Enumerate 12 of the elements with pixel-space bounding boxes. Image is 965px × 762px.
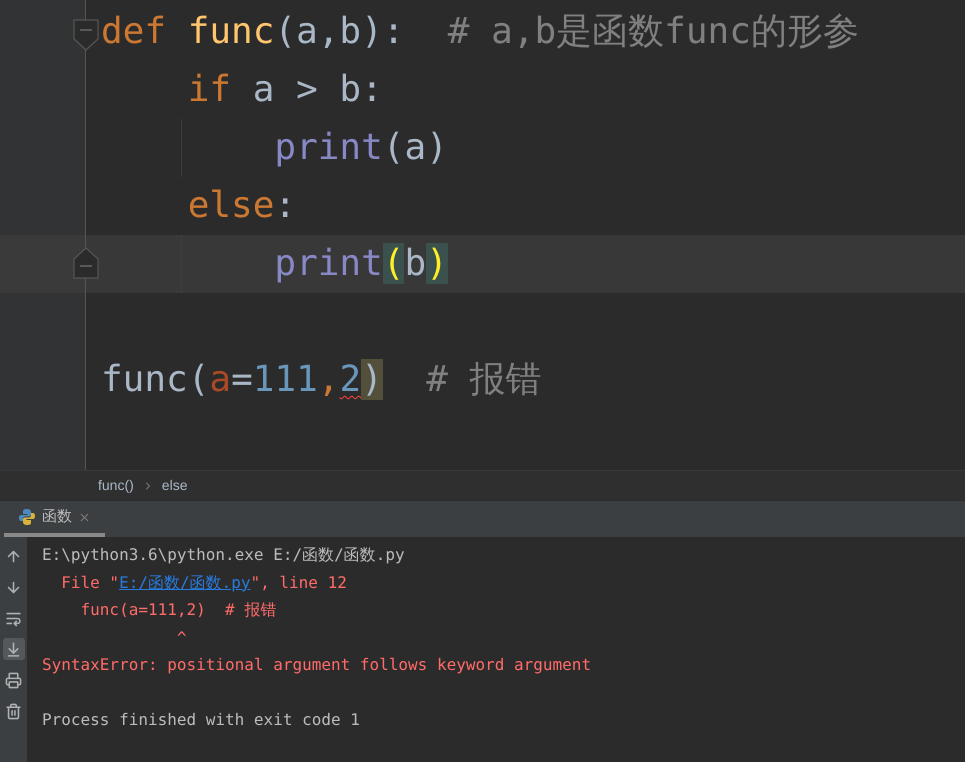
scroll-end-icon[interactable] xyxy=(2,638,24,660)
console-line: Process finished with exit code 1 xyxy=(42,709,361,731)
console-line: func(a=111,2) # 报错 xyxy=(80,599,278,621)
python-icon xyxy=(18,508,36,526)
breadcrumb[interactable]: else xyxy=(162,475,188,496)
close-icon[interactable] xyxy=(78,510,91,524)
console-line: File "E:/函数/函数.py", line 12 xyxy=(60,572,348,594)
file-link[interactable]: E:/函数/函数.py xyxy=(119,572,250,592)
breadcrumb[interactable]: func() xyxy=(98,475,134,496)
console-line: SyntaxError: positional argument follows keyword argument xyxy=(42,654,592,676)
console-line: ^ xyxy=(176,626,188,648)
console-line: E:\python3.6\python.exe E:/函数/函数.py xyxy=(42,544,406,566)
